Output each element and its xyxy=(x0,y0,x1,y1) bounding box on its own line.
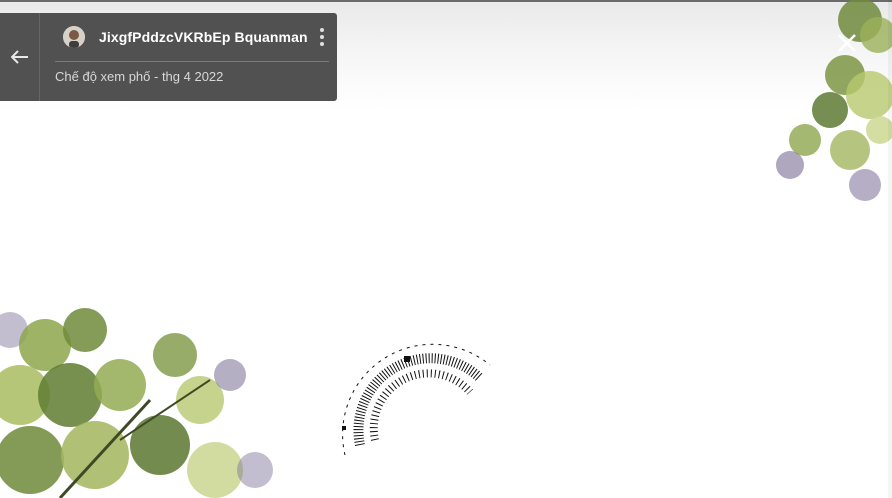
street-view-rotation-indicator xyxy=(342,343,491,456)
street-view-panorama[interactable]: JixgfPddzcVKRbEp Bquanman Chế độ xem phố… xyxy=(0,0,892,498)
more-options-button[interactable] xyxy=(315,25,329,49)
card-body: JixgfPddzcVKRbEp Bquanman Chế độ xem phố… xyxy=(40,13,337,101)
close-button[interactable] xyxy=(833,29,861,57)
close-icon xyxy=(838,34,856,52)
more-vert-icon xyxy=(320,28,324,46)
author-name-link[interactable]: JixgfPddzcVKRbEp Bquanman xyxy=(99,29,308,45)
arrow-left-icon xyxy=(10,50,28,64)
user-avatar[interactable] xyxy=(63,26,85,48)
right-edge-strip xyxy=(888,0,892,498)
view-mode-date: Chế độ xem phố - thg 4 2022 xyxy=(55,69,224,84)
tree-left-bottom xyxy=(0,308,273,498)
card-title-row: JixgfPddzcVKRbEp Bquanman xyxy=(55,13,329,62)
back-button[interactable] xyxy=(0,13,40,101)
photo-info-card: JixgfPddzcVKRbEp Bquanman Chế độ xem phố… xyxy=(0,13,337,101)
avatar-image xyxy=(63,26,85,48)
